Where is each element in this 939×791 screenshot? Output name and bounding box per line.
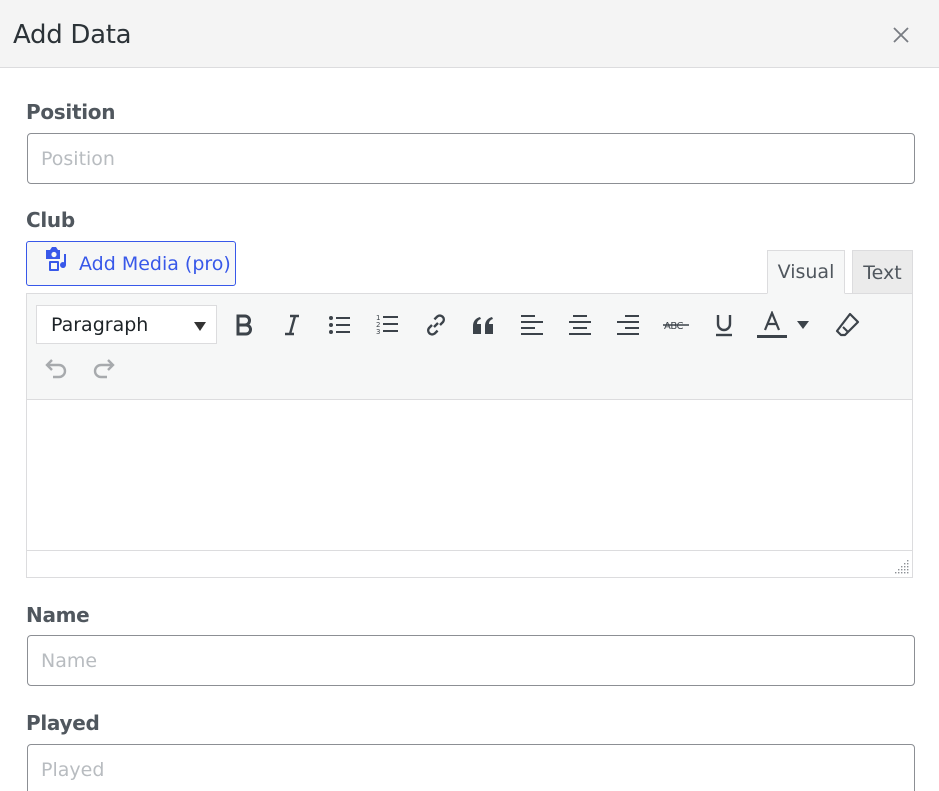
- modal-title: Add Data: [13, 20, 132, 50]
- club-editor: Paragraph 1 2 3 ABC: [26, 293, 913, 578]
- undo-icon: [45, 359, 67, 379]
- numbered-list-button[interactable]: 1 2 3: [370, 307, 406, 343]
- link-button[interactable]: [418, 307, 454, 343]
- club-label: Club: [26, 208, 75, 232]
- align-right-icon: [617, 315, 639, 335]
- align-left-icon: [521, 315, 543, 335]
- editor-content[interactable]: [27, 401, 912, 550]
- italic-icon: [285, 314, 299, 336]
- align-right-button[interactable]: [610, 307, 646, 343]
- strikethrough-button[interactable]: ABC: [658, 307, 694, 343]
- name-input[interactable]: [27, 635, 915, 686]
- clear-formatting-icon: [835, 312, 860, 337]
- close-button[interactable]: [888, 22, 914, 48]
- name-label: Name: [26, 603, 90, 627]
- add-media-button[interactable]: Add Media (pro): [26, 241, 236, 286]
- add-media-label: Add Media (pro): [79, 252, 231, 275]
- tab-text[interactable]: Text: [852, 250, 913, 294]
- editor-toolbar: Paragraph 1 2 3 ABC: [27, 294, 912, 400]
- format-select-value: Paragraph: [51, 313, 149, 336]
- blockquote-button[interactable]: [466, 307, 502, 343]
- redo-button[interactable]: [86, 351, 122, 387]
- text-color-button[interactable]: [754, 307, 790, 343]
- resize-handle-icon[interactable]: [895, 560, 909, 574]
- position-label: Position: [26, 100, 116, 124]
- format-select[interactable]: Paragraph: [36, 305, 217, 344]
- italic-button[interactable]: [274, 307, 310, 343]
- text-color-dropdown[interactable]: [792, 307, 814, 343]
- editor-statusbar: [27, 550, 912, 577]
- clear-formatting-button[interactable]: [829, 307, 865, 343]
- chevron-down-icon: [194, 322, 206, 331]
- svg-text:ABC: ABC: [664, 321, 684, 332]
- text-color-icon: [757, 311, 787, 338]
- modal-header: Add Data: [0, 0, 939, 68]
- underline-icon: [716, 315, 732, 337]
- position-input[interactable]: [27, 133, 915, 184]
- redo-icon: [93, 359, 115, 379]
- align-center-icon: [569, 315, 591, 335]
- align-left-button[interactable]: [514, 307, 550, 343]
- blockquote-icon: [473, 317, 493, 334]
- svg-text:3: 3: [376, 328, 380, 336]
- played-label: Played: [26, 711, 100, 735]
- close-icon: [893, 27, 909, 43]
- bold-button[interactable]: [226, 307, 262, 343]
- media-icon: [46, 246, 67, 271]
- played-input[interactable]: [27, 744, 915, 791]
- chevron-down-icon: [797, 321, 809, 329]
- undo-button[interactable]: [38, 351, 74, 387]
- bold-icon: [236, 314, 252, 336]
- align-center-button[interactable]: [562, 307, 598, 343]
- strikethrough-icon: ABC: [663, 321, 689, 332]
- link-icon: [427, 314, 445, 336]
- bullet-list-icon: [329, 316, 350, 334]
- numbered-list-icon: 1 2 3: [376, 314, 398, 336]
- underline-button[interactable]: [706, 307, 742, 343]
- tab-visual[interactable]: Visual: [767, 250, 845, 294]
- bullet-list-button[interactable]: [322, 307, 358, 343]
